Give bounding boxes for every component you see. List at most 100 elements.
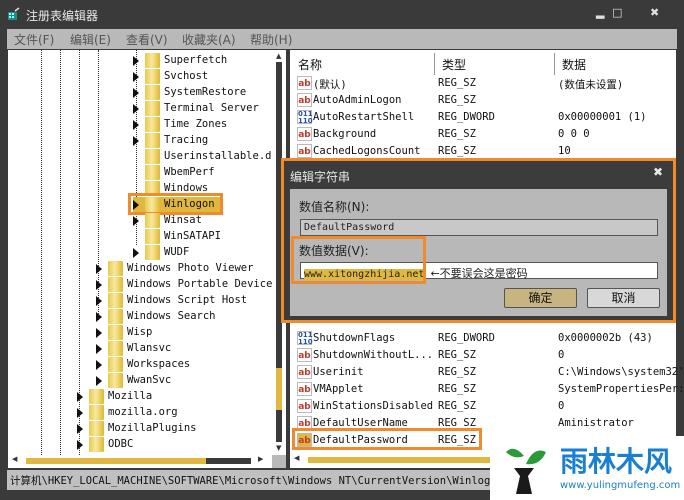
scroll-left-icon[interactable]: ◀ — [12, 455, 17, 463]
folder-icon — [145, 117, 160, 132]
list-row[interactable]: ab (默认) REG_SZ (数值未设置) — [290, 75, 676, 92]
tree-logo-icon — [506, 448, 546, 494]
tree-guide-line — [60, 50, 61, 455]
expand-arrow-icon[interactable] — [133, 56, 139, 66]
status-bar-path: 计算机\HKEY_LOCAL_MACHINE\SOFTWARE\Microsof… — [7, 470, 492, 490]
expand-arrow-icon[interactable] — [96, 280, 102, 290]
tree-guide-line — [41, 50, 42, 455]
tree-horizontal-scrollbar[interactable]: ◀ ▶ — [8, 455, 272, 467]
folder-icon — [108, 293, 123, 308]
menu-edit[interactable]: 编辑(E) — [70, 31, 111, 48]
scroll-up-icon[interactable]: ▲ — [276, 52, 281, 60]
scroll-thumb[interactable] — [26, 458, 206, 464]
value-name-field[interactable]: DefaultPassword — [300, 219, 658, 236]
expand-arrow-icon[interactable] — [96, 296, 102, 306]
watermark-url: www.yulingmufeng.com — [560, 480, 681, 491]
scroll-right-icon[interactable]: ▶ — [258, 455, 263, 463]
list-header: 名称 类型 数据 — [290, 50, 676, 75]
list-row[interactable]: ab Background REG_SZ 0 0 0 — [290, 126, 676, 143]
highlight-box — [292, 428, 482, 450]
expand-arrow-icon[interactable] — [133, 120, 139, 130]
menu-favorites[interactable]: 收藏夹(A) — [182, 31, 236, 48]
column-name-header[interactable]: 名称 — [298, 56, 322, 73]
cancel-button[interactable]: 取消 — [587, 288, 660, 308]
string-value-icon: ab — [297, 76, 312, 90]
list-row[interactable]: ab AutoAdminLogon REG_SZ — [290, 92, 676, 109]
minimize-button[interactable]: ▂ — [596, 6, 604, 19]
scroll-thumb[interactable] — [276, 368, 282, 410]
folder-icon — [145, 149, 160, 164]
list-row[interactable]: 011 110 ShutdownFlags REG_DWORD 0x0000002b (… — [290, 330, 676, 347]
expand-arrow-icon[interactable] — [96, 360, 102, 370]
expand-arrow-icon[interactable] — [133, 216, 139, 226]
maximize-button[interactable]: □ — [612, 6, 622, 19]
folder-icon — [145, 229, 160, 244]
folder-icon — [108, 261, 123, 276]
list-row[interactable]: ab Userinit REG_SZ C:\Windows\system32' — [290, 364, 684, 381]
column-data-header[interactable]: 数据 — [562, 56, 586, 73]
scroll-thumb[interactable] — [308, 457, 508, 463]
list-row[interactable]: ab WinStationsDisabled REG_SZ 0 — [290, 398, 676, 415]
folder-icon — [145, 53, 160, 68]
expand-arrow-icon[interactable] — [77, 408, 83, 418]
annotation-text: ←不要误会这是密码 — [430, 267, 528, 280]
folder-icon — [89, 437, 104, 452]
expand-arrow-icon[interactable] — [77, 392, 83, 402]
scroll-left-icon[interactable]: ◀ — [294, 454, 299, 462]
expand-arrow-icon[interactable] — [96, 328, 102, 338]
list-row[interactable]: ab VMApplet REG_SZ SystemPropertiesPer: — [290, 381, 684, 398]
value-name-label: 数值名称(N): — [299, 200, 370, 214]
menu-view[interactable]: 查看(V) — [126, 31, 168, 48]
column-separator[interactable] — [554, 53, 555, 75]
scroll-corner — [272, 455, 286, 468]
expand-arrow-icon[interactable] — [96, 312, 102, 322]
menu-help[interactable]: 帮助(H) — [250, 31, 292, 48]
folder-icon — [89, 389, 104, 404]
minimize-icon: ▂ — [596, 6, 605, 19]
registry-tree[interactable]: Superfetch Svchost SystemRestore Termina… — [8, 50, 286, 468]
expand-arrow-icon[interactable] — [77, 440, 83, 450]
expand-arrow-icon[interactable] — [133, 248, 139, 258]
title-bar: 注册表编辑器 ▂ □ ✖ — [0, 0, 684, 28]
menu-file[interactable]: 文件(F) — [14, 31, 54, 48]
string-value-icon: ab — [297, 399, 312, 413]
expand-arrow-icon[interactable] — [96, 264, 102, 274]
folder-icon — [89, 421, 104, 436]
list-row[interactable]: 011 110 AutoRestartShell REG_DWORD 0x0000000… — [290, 109, 676, 126]
folder-icon — [145, 85, 160, 100]
expand-arrow-icon[interactable] — [96, 376, 102, 386]
folder-icon — [145, 165, 160, 180]
folder-icon — [145, 245, 160, 260]
scroll-down-icon[interactable]: ▼ — [276, 444, 281, 452]
watermark-brand: 雨林木风 — [560, 445, 673, 478]
window-title: 注册表编辑器 — [26, 9, 99, 23]
menu-bar: 文件(F) 编辑(E) 查看(V) 收藏夹(A) 帮助(H) — [7, 29, 677, 49]
expand-arrow-icon[interactable] — [96, 344, 102, 354]
string-value-icon: ab — [297, 365, 312, 379]
column-type-header[interactable]: 类型 — [442, 56, 466, 73]
ok-button[interactable]: 确定 — [504, 288, 577, 308]
expand-arrow-icon[interactable] — [77, 424, 83, 434]
expand-arrow-icon[interactable] — [133, 104, 139, 114]
folder-icon — [108, 357, 123, 372]
expand-arrow-icon[interactable] — [133, 136, 139, 146]
folder-icon — [145, 133, 160, 148]
folder-icon — [89, 405, 104, 420]
list-row[interactable]: ab ShutdownWithoutL... REG_SZ 0 — [290, 347, 676, 364]
highlight-box — [128, 193, 223, 215]
close-button[interactable]: ✖ — [650, 6, 659, 19]
highlight-box — [291, 236, 426, 284]
string-value-icon: ab — [297, 348, 312, 362]
column-separator[interactable] — [434, 53, 435, 75]
expand-arrow-icon[interactable] — [133, 72, 139, 82]
expand-arrow-icon[interactable] — [133, 88, 139, 98]
close-icon: ✖ — [650, 6, 660, 19]
folder-icon — [108, 373, 123, 388]
dialog-body: 数值名称(N): DefaultPassword 数值数据(V): www.xi… — [290, 189, 667, 316]
registry-editor-icon — [8, 7, 20, 20]
folder-icon — [145, 69, 160, 84]
dialog-close-button[interactable]: ✖ — [653, 165, 663, 179]
close-icon: ✖ — [652, 165, 663, 179]
folder-icon — [108, 341, 123, 356]
dialog-title: 编辑字符串 — [290, 170, 351, 184]
